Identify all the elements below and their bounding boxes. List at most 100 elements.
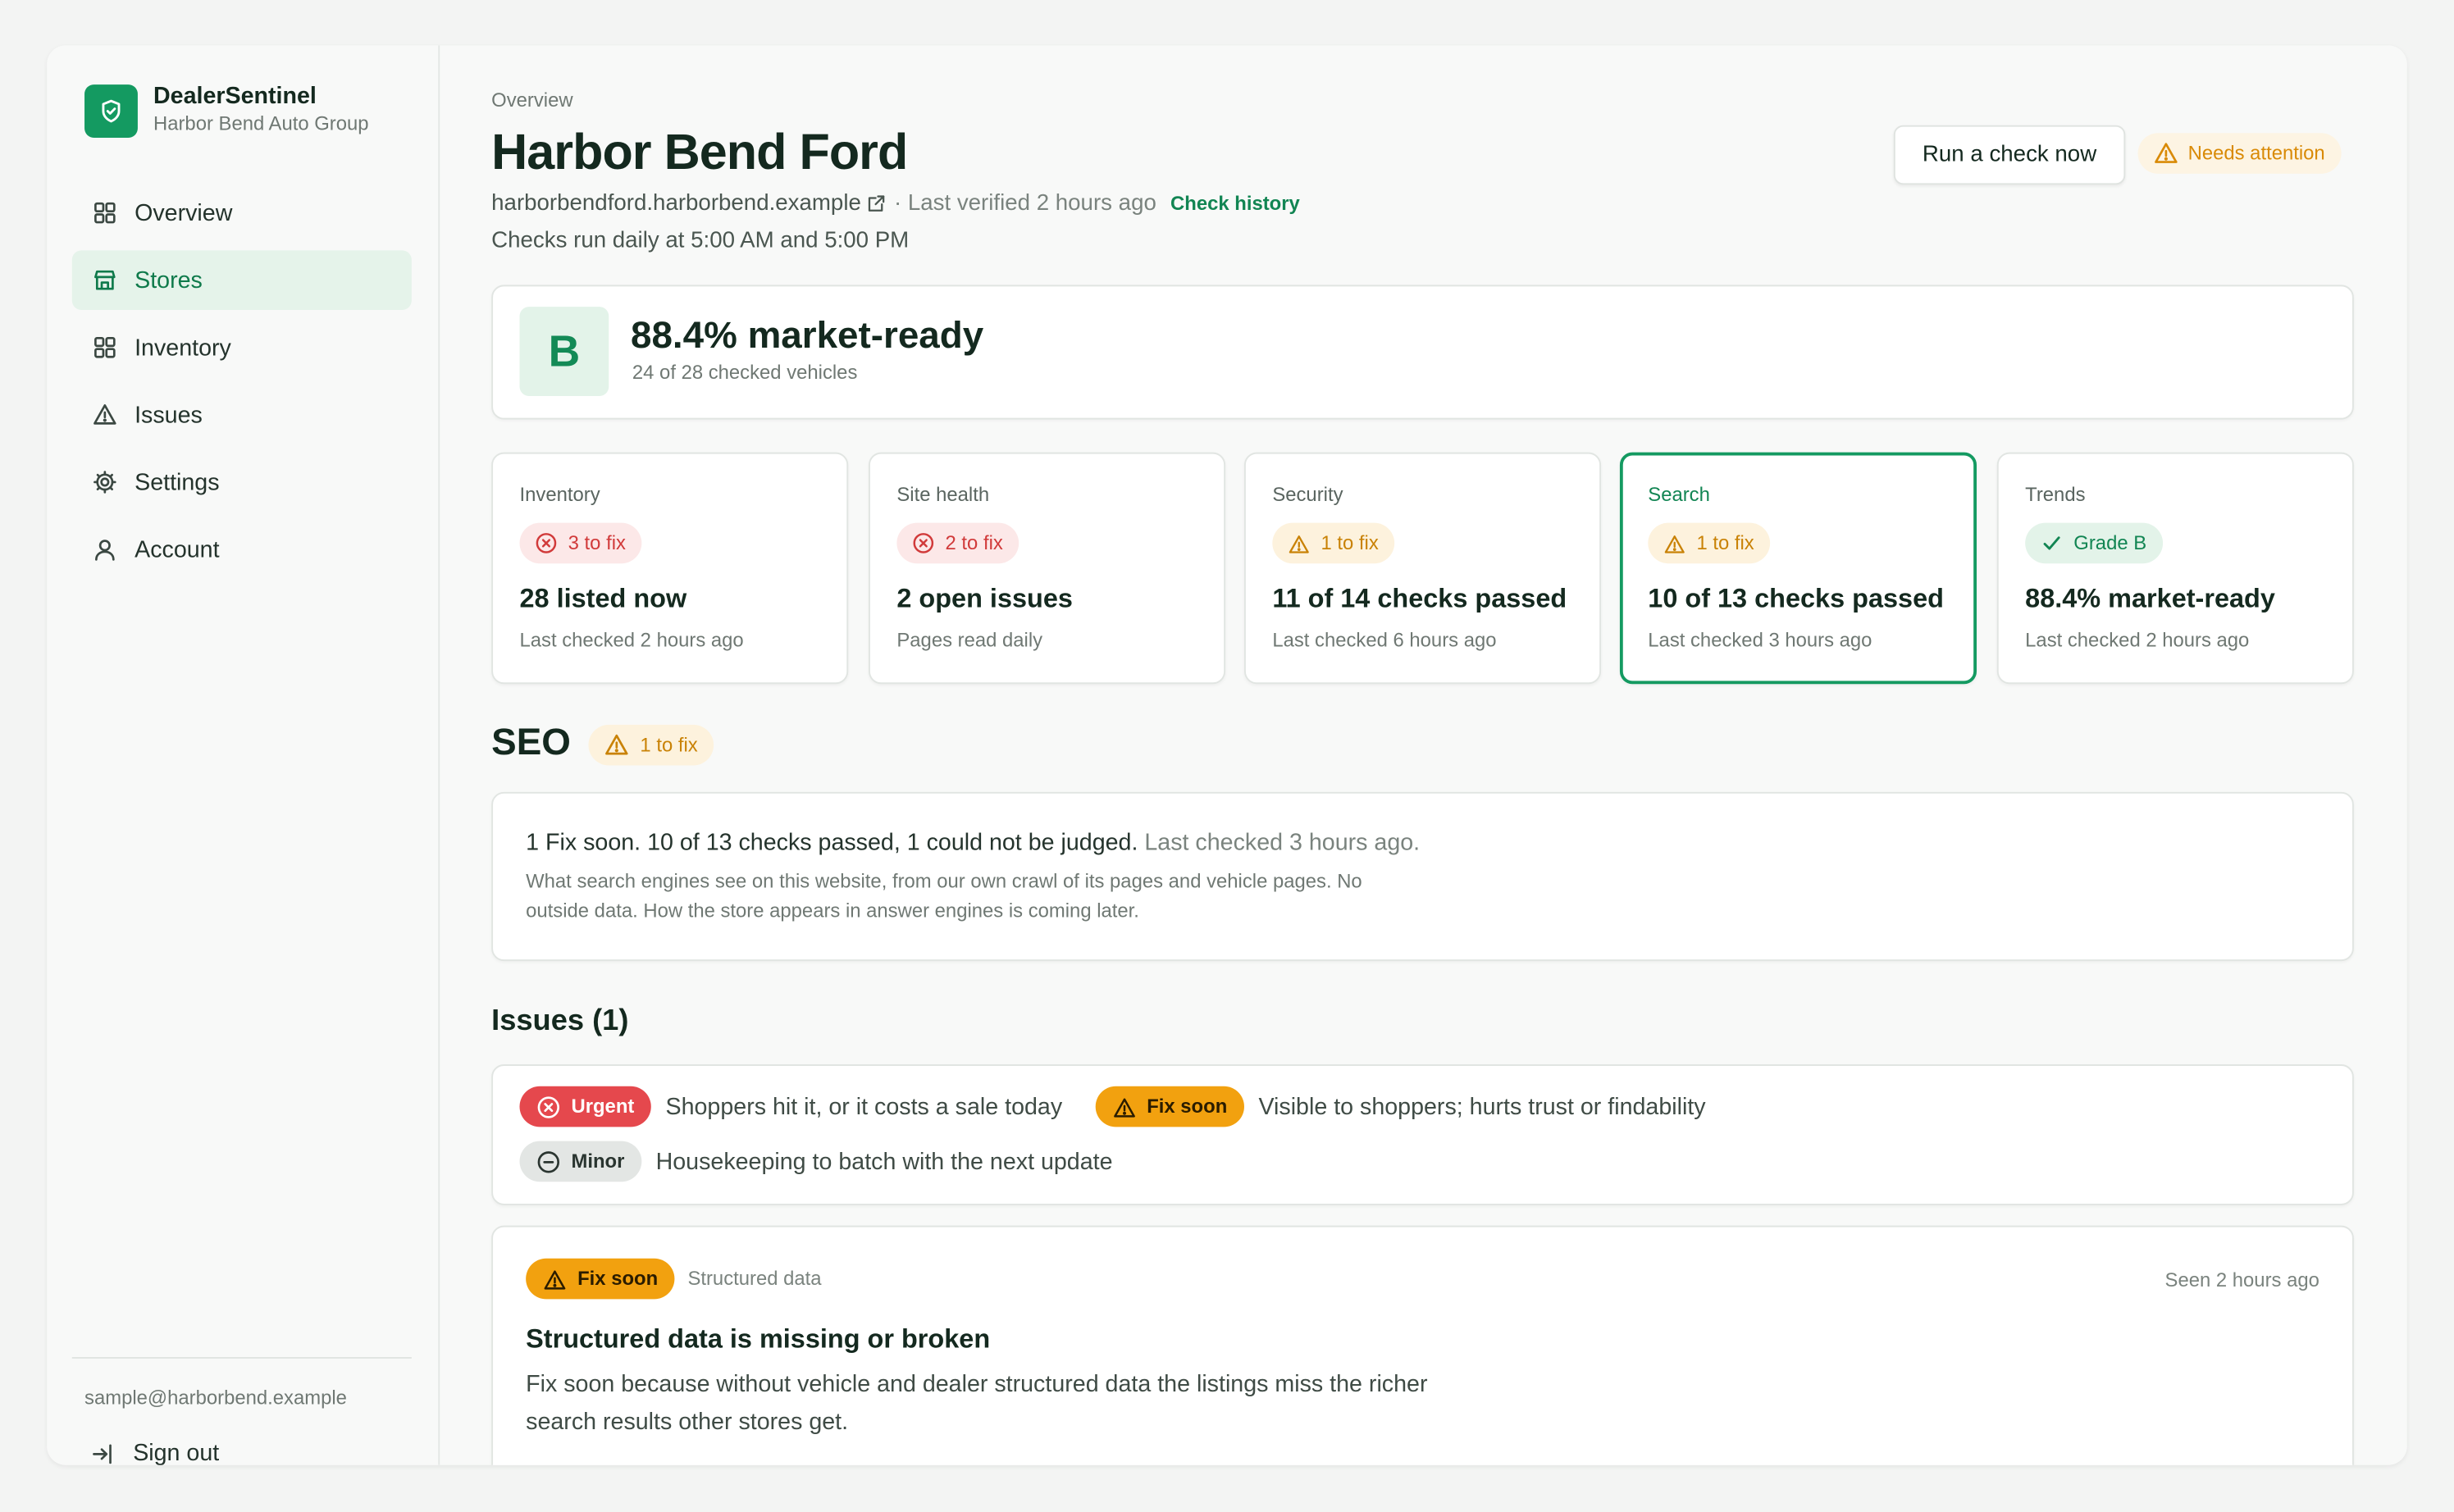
app-window: DealerSentinel Harbor Bend Auto Group Ov… (47, 45, 2407, 1465)
seo-heading: SEO (491, 722, 571, 764)
badge-label: Fix soon (1147, 1095, 1228, 1118)
stat-value: 88.4% market-ready (2025, 584, 2275, 614)
external-link-icon[interactable] (868, 194, 887, 213)
sign-out-icon (91, 1441, 116, 1465)
checkmark-icon (2041, 532, 2063, 554)
stat-label: Inventory (519, 483, 600, 506)
sidebar-item-label: Stores (135, 266, 203, 294)
legend-row: Minor Housekeeping to batch with the nex… (519, 1141, 1146, 1182)
sign-out-button[interactable]: Sign out (91, 1440, 412, 1465)
status-badge: Needs attention (2137, 133, 2341, 174)
stat-card-security[interactable]: Security 1 to fix 11 of 14 checks passed… (1243, 452, 1602, 685)
sidebar-item-inventory[interactable]: Inventory (72, 318, 412, 378)
seo-summary-card: 1 Fix soon. 10 of 13 checks passed, 1 co… (491, 791, 2354, 962)
badge-label: Grade B (2073, 532, 2147, 554)
last-verified: · Last verified 2 hours ago (893, 190, 1156, 216)
sidebar-item-label: Issues (135, 401, 203, 429)
legend-text: Housekeeping to batch with the next upda… (655, 1148, 1113, 1175)
warning-icon (93, 403, 118, 428)
fix-soon-badge: Fix soon (1095, 1086, 1245, 1127)
warning-icon (1112, 1095, 1136, 1118)
error-circle-icon (536, 1095, 560, 1118)
sidebar-item-label: Account (135, 535, 220, 563)
gear-icon (93, 470, 118, 495)
fix-soon-badge: Fix soon (526, 1258, 676, 1300)
main-content: Overview Harbor Bend Ford harborbendford… (491, 45, 2354, 1465)
brand-name: DealerSentinel (153, 83, 317, 110)
sidebar-item-label: Overview (135, 199, 233, 226)
sidebar-item-settings[interactable]: Settings (72, 453, 412, 512)
stat-value: 11 of 14 checks passed (1272, 584, 1567, 614)
stat-subtext: Last checked 2 hours ago (519, 629, 744, 652)
check-schedule: Checks run daily at 5:00 AM and 5:00 PM (491, 228, 910, 254)
issue-meta: Fix soon Structured data (526, 1258, 822, 1300)
badge-label: Urgent (571, 1095, 635, 1118)
stat-card-inventory[interactable]: Inventory 3 to fix 28 listed now Last ch… (491, 452, 849, 685)
warning-icon (1663, 532, 1685, 554)
seo-description: What search engines see on this website,… (526, 870, 1362, 922)
issue-title: Structured data is missing or broken (526, 1323, 991, 1355)
sidebar-item-overview[interactable]: Overview (72, 183, 412, 243)
market-ready-headline: 88.4% market-ready (630, 314, 984, 358)
seo-fix-badge: 1 to fix (588, 724, 714, 766)
run-check-button[interactable]: Run a check now (1893, 125, 2126, 185)
badge-label: 1 to fix (1321, 532, 1379, 554)
shield-logo-icon (84, 84, 138, 138)
minor-badge: Minor (519, 1141, 642, 1182)
stat-card-site-health[interactable]: Site health 2 to fix 2 open issues Pages… (869, 452, 1226, 685)
error-circle-icon (912, 532, 934, 554)
sidebar-item-stores[interactable]: Stores (71, 250, 412, 310)
grade-badge: Grade B (2025, 522, 2163, 564)
sidebar-item-label: Settings (135, 468, 220, 496)
seo-summary: 1 Fix soon. 10 of 13 checks passed, 1 co… (526, 830, 1420, 856)
store-meta: harborbendford.harborbend.example · Last… (491, 191, 1300, 216)
sign-out-label: Sign out (133, 1440, 220, 1465)
sidebar-item-account[interactable]: Account (72, 520, 412, 580)
fix-count-badge: 1 to fix (1272, 522, 1394, 564)
error-circle-icon (536, 532, 558, 554)
breadcrumb: Overview (491, 89, 573, 112)
grid-icon (93, 200, 118, 225)
issue-card[interactable]: Fix soon Structured data Seen 2 hours ag… (491, 1225, 2354, 1465)
sidebar: DealerSentinel Harbor Bend Auto Group Ov… (47, 45, 440, 1465)
fix-count-badge: 3 to fix (519, 522, 642, 564)
brand: DealerSentinel Harbor Bend Auto Group (84, 83, 369, 138)
sidebar-footer: sample@harborbend.example Sign out (71, 1357, 412, 1465)
check-history-link[interactable]: Check history (1170, 193, 1300, 215)
stat-label: Security (1272, 483, 1343, 506)
fix-count-badge: 2 to fix (896, 522, 1019, 564)
warning-icon (604, 732, 630, 758)
warning-icon (2154, 141, 2179, 166)
grid-icon (93, 335, 118, 361)
stat-card-search[interactable]: Search 1 to fix 10 of 13 checks passed L… (1619, 452, 1977, 685)
grade-letter: B (519, 307, 609, 396)
badge-label: 1 to fix (640, 734, 698, 756)
user-email: sample@harborbend.example (84, 1387, 347, 1410)
seo-last-checked: Last checked 3 hours ago. (1144, 829, 1421, 857)
stat-value: 28 listed now (519, 584, 687, 614)
stat-label: Search (1648, 483, 1710, 506)
grade-card: B 88.4% market-ready 24 of 28 checked ve… (491, 285, 2354, 420)
legend-row: Urgent Shoppers hit it, or it costs a sa… (519, 1086, 1739, 1127)
sidebar-item-label: Inventory (135, 334, 231, 362)
stat-label: Site health (896, 483, 990, 506)
urgent-badge: Urgent (519, 1086, 652, 1127)
status-label: Needs attention (2187, 142, 2325, 165)
sidebar-item-issues[interactable]: Issues (72, 385, 412, 445)
store-icon (93, 267, 118, 293)
store-domain-link[interactable]: harborbendford.harborbend.example (491, 191, 861, 216)
stat-value: 2 open issues (896, 584, 1073, 614)
legend-text: Shoppers hit it, or it costs a sale toda… (665, 1093, 1063, 1120)
badge-label: Minor (571, 1150, 625, 1173)
badge-label: Fix soon (577, 1268, 659, 1290)
fix-count-badge: 1 to fix (1648, 522, 1770, 564)
sidebar-nav: Overview Stores Inventory Issues Setting… (71, 183, 412, 586)
stat-card-trends[interactable]: Trends Grade B 88.4% market-ready Last c… (1996, 452, 2354, 685)
issue-seen-time: Seen 2 hours ago (2164, 1269, 2319, 1291)
stat-subtext: Last checked 3 hours ago (1648, 629, 1872, 652)
stat-subtext: Last checked 6 hours ago (1272, 629, 1497, 652)
brand-org: Harbor Bend Auto Group (153, 112, 369, 135)
warning-icon (1288, 532, 1310, 554)
badge-label: 3 to fix (568, 532, 626, 554)
severity-legend: Urgent Shoppers hit it, or it costs a sa… (491, 1064, 2354, 1205)
